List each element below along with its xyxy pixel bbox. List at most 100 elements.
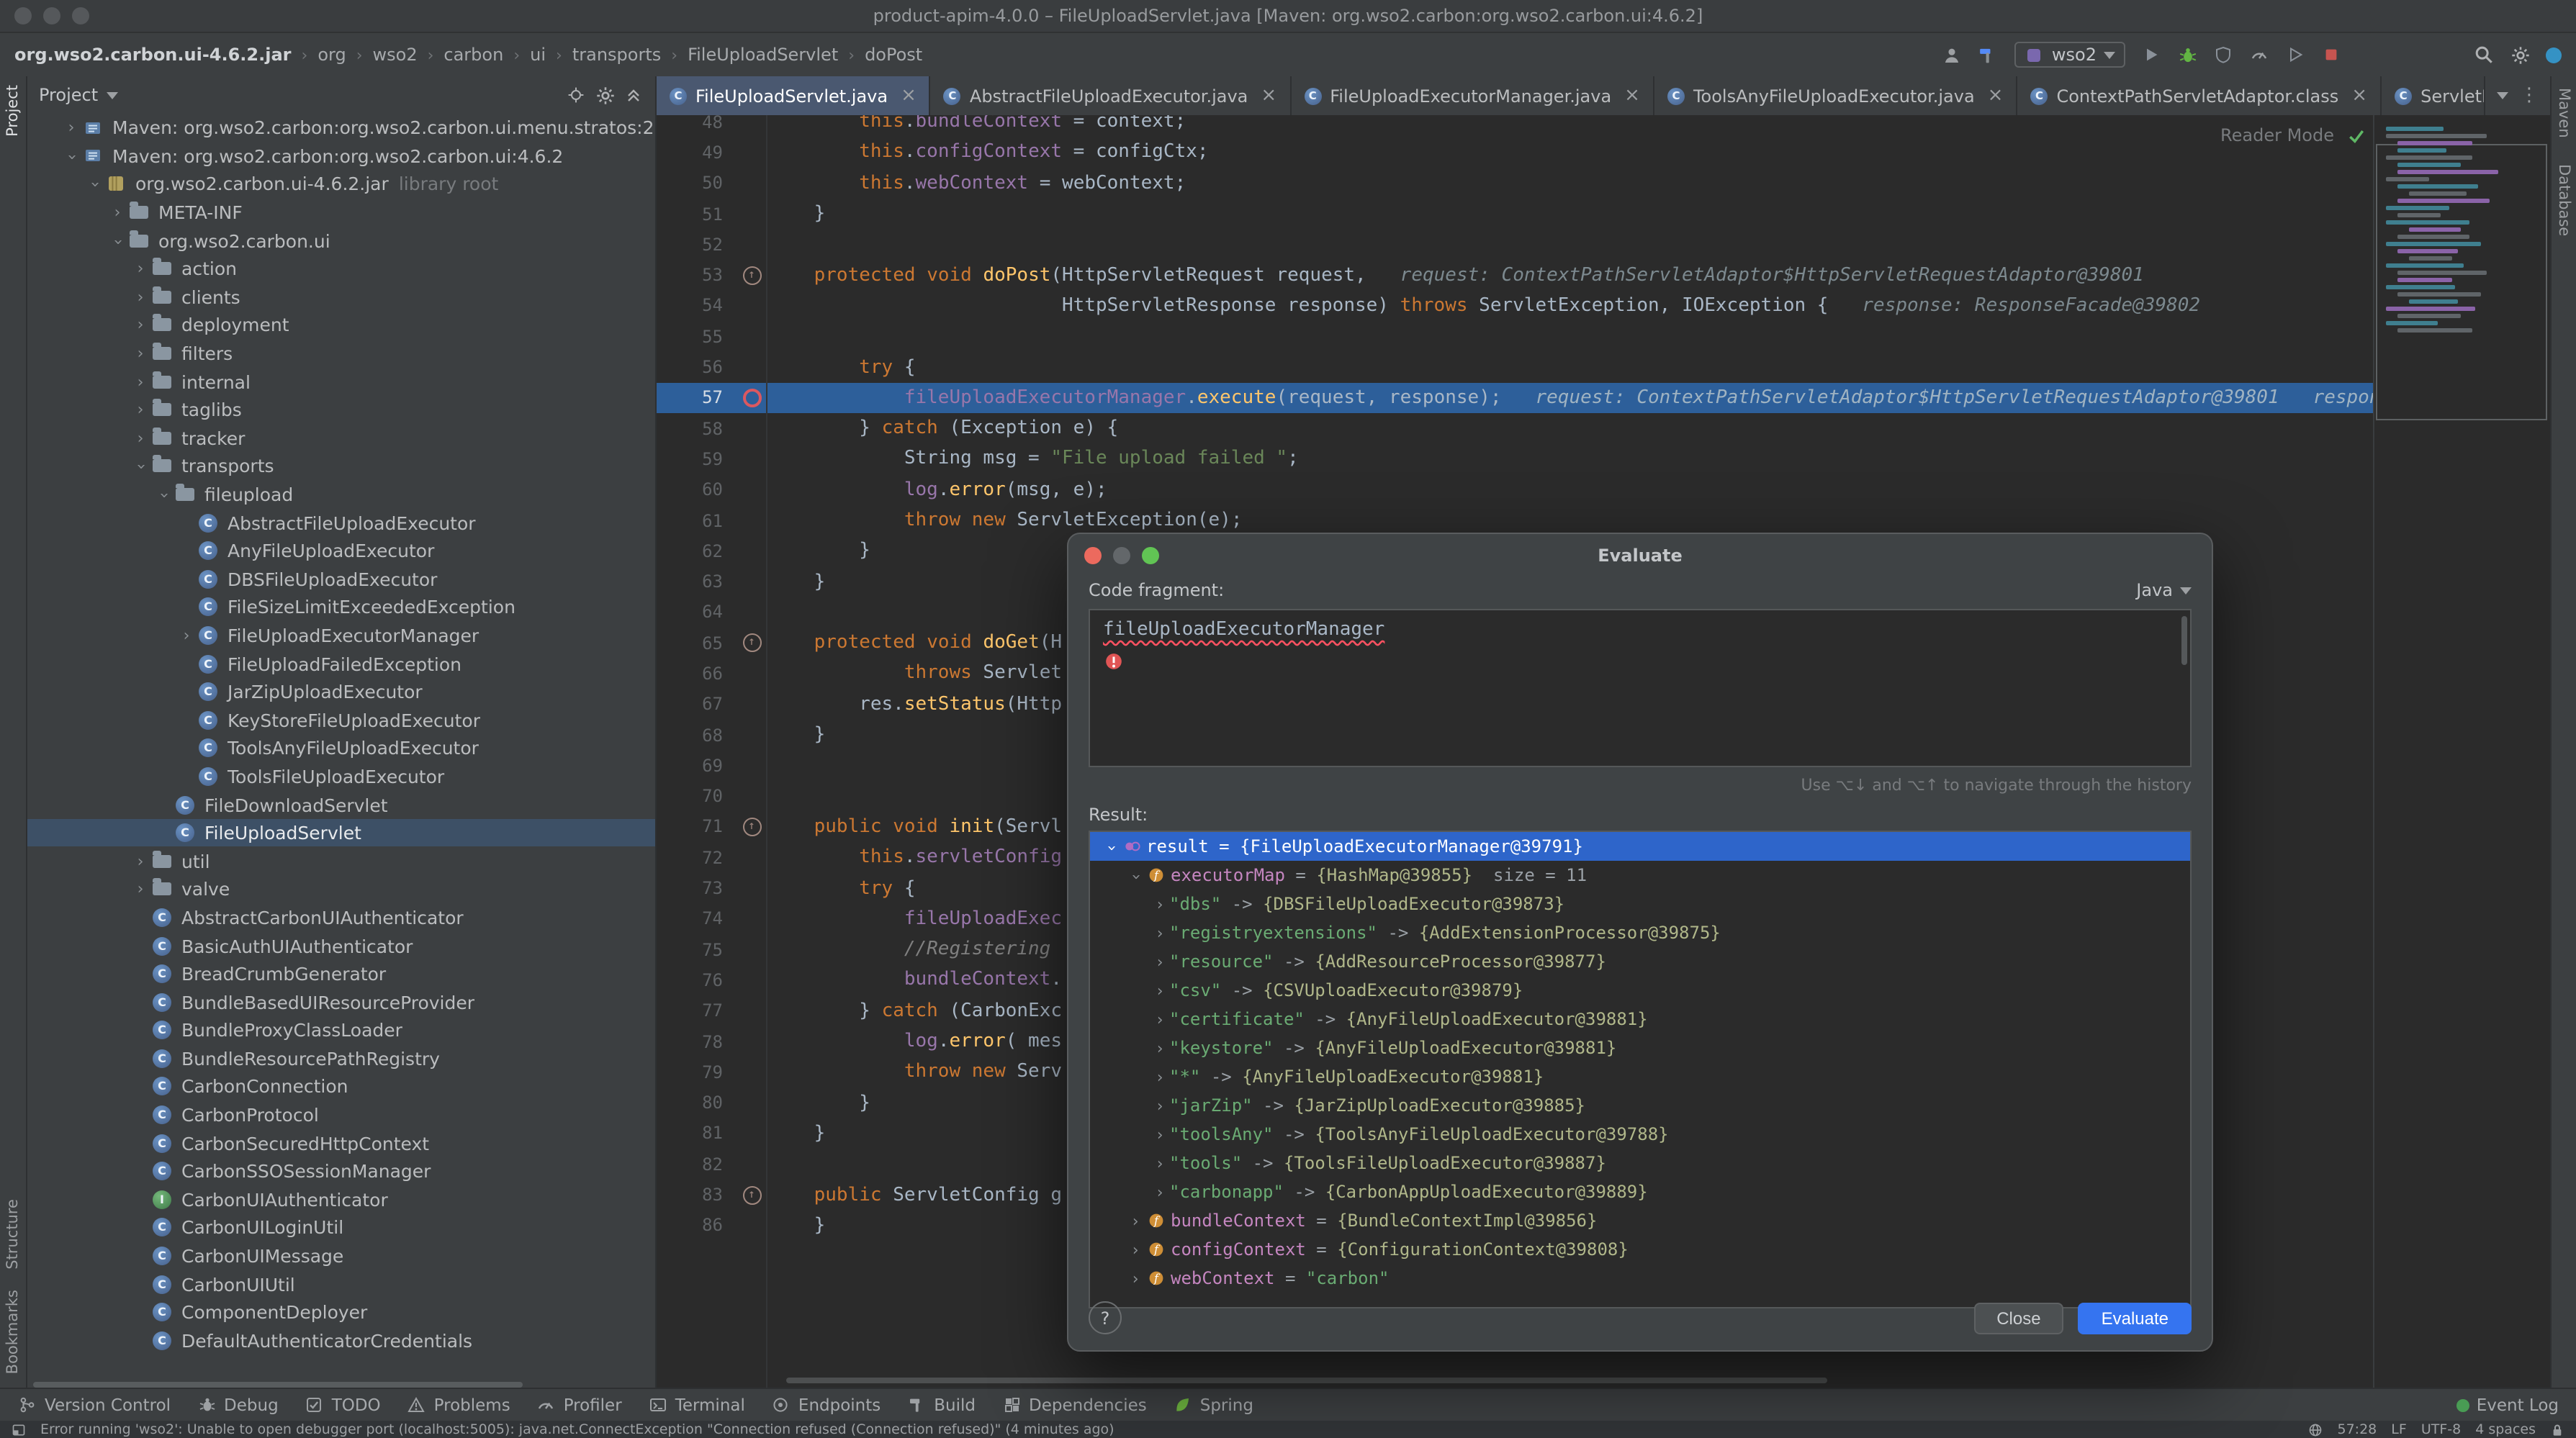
horizontal-scrollbar[interactable] (33, 1382, 523, 1388)
override-marker-icon[interactable]: ↑ (742, 633, 761, 652)
tree-item[interactable]: ›Maven: org.wso2.carbon:org.wso2.carbon.… (27, 114, 655, 142)
close-tab-icon[interactable]: × (2351, 86, 2367, 105)
chevron-down-icon[interactable] (107, 91, 118, 99)
tree-chevron-icon[interactable]: › (177, 626, 196, 645)
tree-item[interactable]: ›META-INF (27, 199, 655, 227)
tree-chevron-icon[interactable]: › (1150, 1182, 1169, 1201)
locate-file-icon[interactable] (566, 85, 586, 105)
globe-icon[interactable] (2309, 1422, 2323, 1437)
close-tab-icon[interactable]: × (1624, 86, 1640, 105)
reader-mode-label[interactable]: Reader Mode (2220, 125, 2334, 145)
minimize-window-icon[interactable] (43, 7, 60, 24)
tool-window-button-version-control[interactable]: Version Control (17, 1395, 171, 1415)
tool-window-button-terminal[interactable]: Terminal (648, 1395, 745, 1415)
result-tree-row[interactable]: ›"resource" -> {AddResourceProcessor@398… (1090, 947, 2190, 976)
tree-chevron-icon[interactable]: › (131, 880, 150, 899)
tree-chevron-icon[interactable]: › (1150, 1010, 1169, 1028)
result-tree-row[interactable]: ›"carbonapp" -> {CarbonAppUploadExecutor… (1090, 1177, 2190, 1206)
result-tree-row[interactable]: ›"certificate" -> {AnyFileUploadExecutor… (1090, 1005, 2190, 1034)
tree-item[interactable]: CBundleBasedUIResourceProvider (27, 988, 655, 1016)
tree-item[interactable]: ›valve (27, 875, 655, 903)
tree-item[interactable]: CJarZipUploadExecutor (27, 678, 655, 706)
tree-item[interactable]: ›internal (27, 368, 655, 396)
tree-chevron-icon[interactable]: › (131, 400, 150, 419)
editor-tab[interactable]: CAbstractFileUploadExecutor.java× (931, 76, 1291, 115)
tree-item[interactable]: ›org.wso2.carbon.ui-4.6.2.jarlibrary roo… (27, 170, 655, 198)
tree-chevron-icon[interactable]: › (131, 372, 150, 391)
settings-gear-icon[interactable] (2510, 45, 2530, 65)
tree-item[interactable]: ›CFileUploadExecutorManager (27, 621, 655, 649)
tree-item[interactable]: CCarbonConnection (27, 1072, 655, 1100)
tree-item[interactable]: CComponentDeployer (27, 1298, 655, 1326)
close-button[interactable]: Close (1973, 1302, 2063, 1334)
breadcrumb-item[interactable]: carbon (443, 45, 503, 65)
sidebar-item-maven[interactable]: Maven (2555, 88, 2572, 138)
event-log-button[interactable]: Event Log (2456, 1395, 2559, 1415)
tree-chevron-icon[interactable]: › (1150, 981, 1169, 1000)
tree-item[interactable]: ›util (27, 847, 655, 875)
result-tree-row[interactable]: ›"*" -> {AnyFileUploadExecutor@39881} (1090, 1062, 2190, 1091)
breadcrumb-item[interactable]: doPost (865, 45, 922, 65)
tree-item[interactable]: CFileUploadServlet (27, 819, 655, 847)
result-tree-row[interactable]: ›"registryextensions" -> {AddExtensionPr… (1090, 918, 2190, 947)
tree-item[interactable]: CDefaultAuthenticatorCredentials (27, 1326, 655, 1355)
tree-item[interactable]: ›Maven: org.wso2.carbon:org.wso2.carbon.… (27, 142, 655, 170)
tree-item[interactable]: CCarbonUIMessage (27, 1242, 655, 1270)
dialog-close-icon[interactable] (1084, 547, 1102, 564)
collapse-all-icon[interactable] (623, 85, 644, 105)
breadcrumb-item[interactable]: ui (530, 45, 546, 65)
tree-chevron-icon[interactable]: › (155, 486, 174, 505)
tree-item[interactable]: ›clients (27, 283, 655, 311)
zoom-window-icon[interactable] (72, 7, 89, 24)
tree-item[interactable]: CBundleResourcePathRegistry (27, 1044, 655, 1072)
tree-chevron-icon[interactable]: › (1102, 838, 1121, 856)
tool-window-button-dependencies[interactable]: Dependencies (1001, 1395, 1147, 1415)
tree-item[interactable]: ›action (27, 255, 655, 283)
breadcrumb-item[interactable]: wso2 (373, 45, 418, 65)
project-panel-title[interactable]: Project (39, 85, 98, 105)
tree-item[interactable]: CBasicAuthUIAuthenticator (27, 931, 655, 959)
stop-button-icon[interactable] (2321, 45, 2341, 65)
tree-chevron-icon[interactable]: › (109, 232, 127, 251)
tree-item[interactable]: CAbstractCarbonUIAuthenticator (27, 903, 655, 931)
inspections-ok-icon[interactable] (2346, 125, 2366, 145)
tree-chevron-icon[interactable]: › (1150, 1039, 1169, 1057)
close-tab-icon[interactable]: × (901, 86, 917, 105)
coverage-icon[interactable] (2213, 45, 2233, 65)
sidebar-item-bookmarks[interactable]: Bookmarks (4, 1290, 22, 1375)
tree-item[interactable]: CBundleProxyClassLoader (27, 1016, 655, 1044)
tree-item[interactable]: CCarbonSecuredHttpContext (27, 1129, 655, 1157)
tree-item[interactable]: CBreadCrumbGenerator (27, 960, 655, 988)
panel-settings-icon[interactable] (595, 85, 615, 105)
result-tree-row[interactable]: ›result = {FileUploadExecutorManager@397… (1090, 832, 2190, 861)
tree-item[interactable]: ›deployment (27, 311, 655, 339)
result-tree-row[interactable]: ›fexecutorMap = {HashMap@39855} size = 1… (1090, 861, 2190, 890)
editor-tab[interactable]: CContextPathServletAdaptor.class× (2017, 76, 2382, 115)
tool-window-button-spring[interactable]: Spring (1173, 1395, 1253, 1415)
override-marker-icon[interactable]: ↑ (742, 1185, 761, 1204)
tree-item[interactable]: CAnyFileUploadExecutor (27, 537, 655, 565)
help-button[interactable]: ? (1089, 1301, 1122, 1334)
tool-window-button-endpoints[interactable]: Endpoints (771, 1395, 881, 1415)
tree-chevron-icon[interactable]: › (1150, 895, 1169, 913)
tree-item[interactable]: ›filters (27, 340, 655, 368)
tree-chevron-icon[interactable]: › (1150, 1067, 1169, 1086)
tree-item[interactable]: CCarbonUILoginUtil (27, 1213, 655, 1242)
build-hammer-icon[interactable] (1978, 45, 1999, 65)
tree-chevron-icon[interactable]: › (1126, 1269, 1145, 1288)
expression-input[interactable]: fileUploadExecutorManager (1089, 609, 2192, 767)
tree-item[interactable]: CFileDownloadServlet (27, 791, 655, 819)
breadcrumb-item[interactable]: FileUploadServlet (688, 45, 838, 65)
tool-window-button-todo[interactable]: TODO (305, 1395, 381, 1415)
tree-item[interactable]: ICarbonUIAuthenticator (27, 1185, 655, 1213)
override-marker-icon[interactable]: ↑ (742, 818, 761, 836)
tree-item[interactable]: CCarbonSSOSessionManager (27, 1157, 655, 1185)
tree-chevron-icon[interactable]: › (1126, 1240, 1145, 1259)
breadcrumb-item[interactable]: transports (572, 45, 661, 65)
tool-window-button-problems[interactable]: Problems (407, 1395, 510, 1415)
indent-setting[interactable]: 4 spaces (2475, 1421, 2536, 1437)
file-encoding[interactable]: UTF-8 (2421, 1421, 2461, 1437)
result-tree-row[interactable]: ›"jarZip" -> {JarZipUploadExecutor@39885… (1090, 1091, 2190, 1120)
tree-item[interactable]: CToolsAnyFileUploadExecutor (27, 734, 655, 762)
tree-item[interactable]: ›taglibs (27, 396, 655, 424)
